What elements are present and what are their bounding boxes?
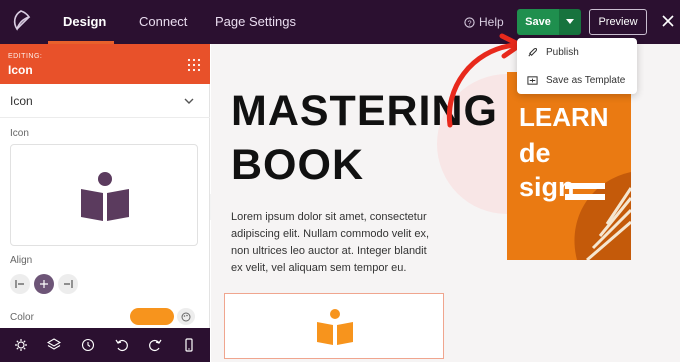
rocket-icon [528, 47, 538, 56]
caret-down-icon [566, 19, 574, 24]
layers-icon[interactable] [47, 338, 62, 352]
editor-sidebar: EDITING: Icon Icon Icon Align Color [0, 44, 210, 362]
cover-title-line-2: de [519, 138, 551, 168]
seedprod-logo-icon[interactable] [9, 9, 33, 33]
align-label: Align [10, 255, 33, 266]
save-options-toggle[interactable] [559, 9, 581, 35]
cover-title-line-3: sign [519, 172, 575, 202]
align-controls [10, 274, 78, 294]
undo-icon[interactable] [115, 338, 129, 352]
history-icon[interactable] [81, 338, 95, 352]
align-center-button[interactable] [34, 274, 54, 294]
align-center-icon [40, 280, 48, 288]
publish-menu-item[interactable]: Publish [517, 38, 637, 66]
editing-caption: EDITING: [8, 53, 43, 60]
headline-line-2: BOOK [231, 141, 364, 189]
grid-dots-icon[interactable] [187, 58, 201, 72]
tab-connect[interactable]: Connect [139, 14, 187, 29]
section-title: Icon [10, 94, 33, 108]
mobile-icon[interactable] [182, 338, 196, 352]
editing-header: EDITING: Icon [0, 44, 210, 84]
align-left-button[interactable] [10, 274, 30, 294]
color-picker-button[interactable] [177, 308, 195, 325]
icon-field-label: Icon [10, 128, 29, 139]
template-icon [527, 75, 538, 85]
redo-icon[interactable] [148, 338, 162, 352]
settings-icon[interactable] [14, 338, 28, 352]
selected-icon-block[interactable] [224, 293, 444, 359]
icon-picker-preview[interactable] [10, 144, 198, 246]
close-icon[interactable] [660, 13, 676, 29]
color-swatch[interactable] [130, 308, 174, 325]
icon-section-header[interactable]: Icon [0, 84, 210, 118]
color-label: Color [10, 312, 34, 323]
preview-button[interactable]: Preview [589, 9, 647, 35]
help-button[interactable]: ? Help [464, 15, 504, 29]
page-body-text[interactable]: Lorem ipsum dolor sit amet, consectetur … [231, 209, 441, 277]
align-right-icon [64, 280, 73, 288]
book-reader-icon [317, 309, 353, 345]
help-label: Help [479, 15, 504, 29]
tab-page-settings[interactable]: Page Settings [215, 14, 296, 29]
align-right-button[interactable] [58, 274, 78, 294]
publish-label: Publish [546, 46, 579, 58]
align-left-icon [15, 280, 24, 288]
save-as-template-label: Save as Template [546, 74, 626, 86]
save-as-template-menu-item[interactable]: Save as Template [517, 66, 637, 94]
help-icon: ? [464, 16, 475, 28]
svg-text:?: ? [467, 18, 471, 27]
palette-icon [181, 312, 191, 321]
save-dropdown-menu: Publish Save as Template [517, 38, 637, 94]
cover-title-line-1: LEARN [519, 102, 609, 132]
book-reader-icon [81, 172, 129, 221]
chevron-down-icon [184, 98, 194, 104]
sidebar-bottom-toolbar [0, 328, 210, 362]
tab-design[interactable]: Design [63, 14, 106, 29]
editing-title: Icon [8, 63, 33, 77]
